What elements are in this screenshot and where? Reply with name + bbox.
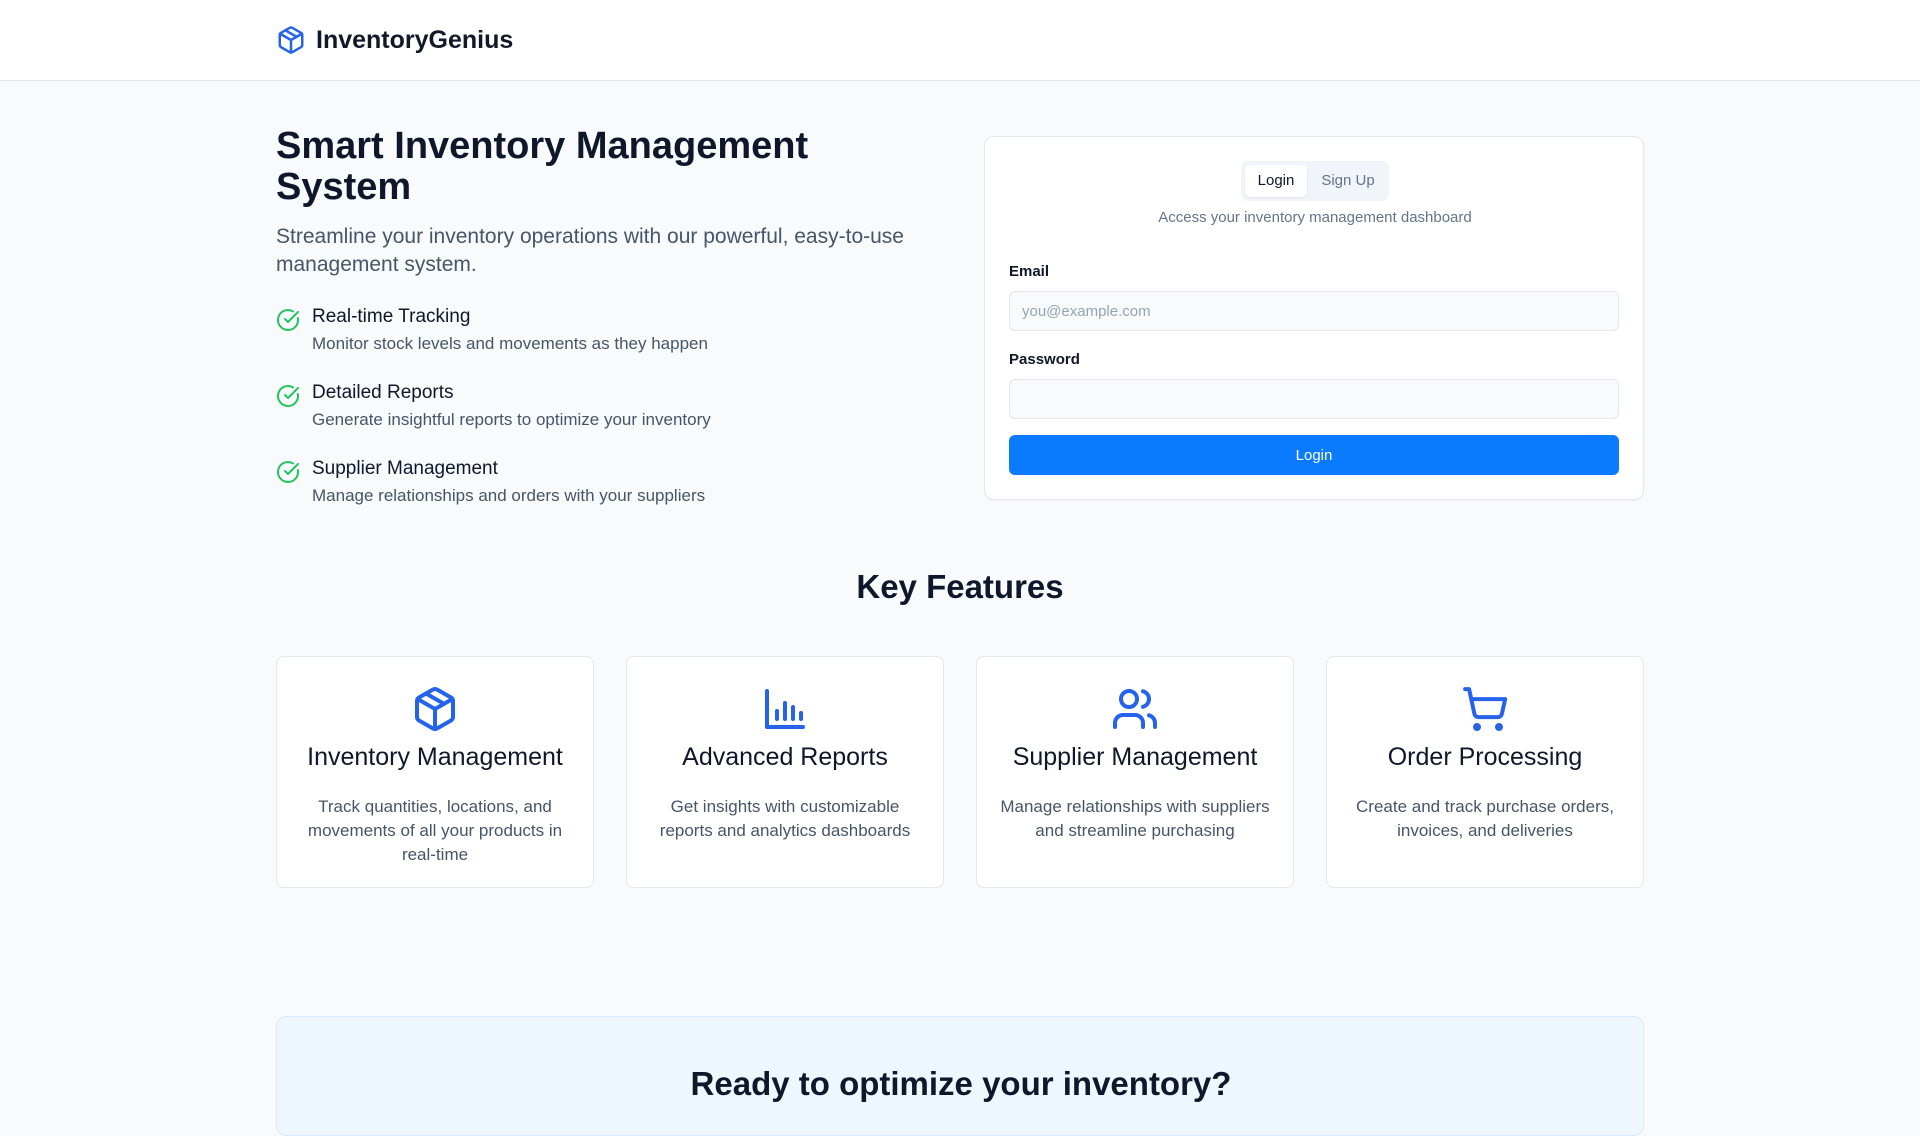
tab-login[interactable]: Login <box>1245 165 1307 197</box>
feature-card-title: Inventory Management <box>307 743 563 771</box>
hero-feature-title: Supplier Management <box>312 458 498 479</box>
feature-card-title: Order Processing <box>1387 743 1583 771</box>
cta-section: Ready to optimize your inventory? <box>276 1016 1644 1136</box>
tab-sign-up[interactable]: Sign Up <box>1311 165 1385 197</box>
login-button[interactable]: Login <box>1009 435 1619 475</box>
hero-feature-title: Detailed Reports <box>312 382 454 403</box>
feature-card-desc: Get insights with customizable reports a… <box>659 797 911 840</box>
feature-card: Supplier Management Manage relationships… <box>976 656 1294 888</box>
hero-feature-desc: Monitor stock levels and movements as th… <box>312 334 708 353</box>
brand[interactable]: InventoryGenius <box>276 23 513 57</box>
feature-card: Advanced Reports Get insights with custo… <box>626 656 944 888</box>
password-label: Password <box>1009 351 1080 368</box>
feature-card-desc: Manage relationships with suppliers and … <box>1000 797 1270 840</box>
hero-feature-desc: Generate insightful reports to optimize … <box>312 410 711 429</box>
package-icon <box>415 687 455 731</box>
top-navbar: InventoryGenius <box>0 0 1920 81</box>
brand-name: InventoryGenius <box>316 25 514 54</box>
feature-card-title: Supplier Management <box>1012 743 1258 771</box>
feature-card-title: Advanced Reports <box>682 743 888 771</box>
hero-feature-item: Detailed Reports Generate insightful rep… <box>276 381 976 457</box>
feature-card-desc: Create and track purchase orders, invoic… <box>1356 797 1614 840</box>
password-field[interactable] <box>1009 379 1619 419</box>
check-circle-icon <box>277 309 299 331</box>
hero-feature-item: Supplier Management Manage relationships… <box>276 457 976 533</box>
shopping-cart-icon <box>1463 687 1508 731</box>
feature-card: Order Processing Create and track purcha… <box>1326 656 1644 888</box>
hero-subtitle: Streamline your inventory operations wit… <box>276 225 904 276</box>
feature-card-desc: Track quantities, locations, and movemen… <box>307 797 563 864</box>
users-icon <box>1113 689 1157 729</box>
package-icon <box>278 26 304 54</box>
auth-tabs: Login Sign Up <box>1241 161 1389 201</box>
bar-chart-icon <box>765 689 805 729</box>
cta-title: Ready to optimize your inventory? <box>690 1065 1232 1102</box>
email-field[interactable] <box>1009 291 1619 331</box>
auth-description: Access your inventory management dashboa… <box>1158 209 1472 226</box>
hero-feature-item: Real-time Tracking Monitor stock levels … <box>276 305 976 381</box>
check-circle-icon <box>277 385 299 407</box>
feature-card: Inventory Management Track quantities, l… <box>276 656 594 888</box>
hero-feature-desc: Manage relationships and orders with you… <box>312 486 706 505</box>
check-circle-icon <box>277 461 299 483</box>
email-label: Email <box>1009 263 1050 280</box>
hero-feature-title: Real-time Tracking <box>312 306 471 327</box>
auth-card: Login Sign Up Access your inventory mana… <box>984 136 1644 500</box>
hero-title: Smart Inventory Management System <box>276 125 809 208</box>
feature-cards: Inventory Management Track quantities, l… <box>276 656 1644 888</box>
hero-feature-list: Real-time Tracking Monitor stock levels … <box>276 305 976 533</box>
key-features-title: Key Features <box>856 568 1064 605</box>
